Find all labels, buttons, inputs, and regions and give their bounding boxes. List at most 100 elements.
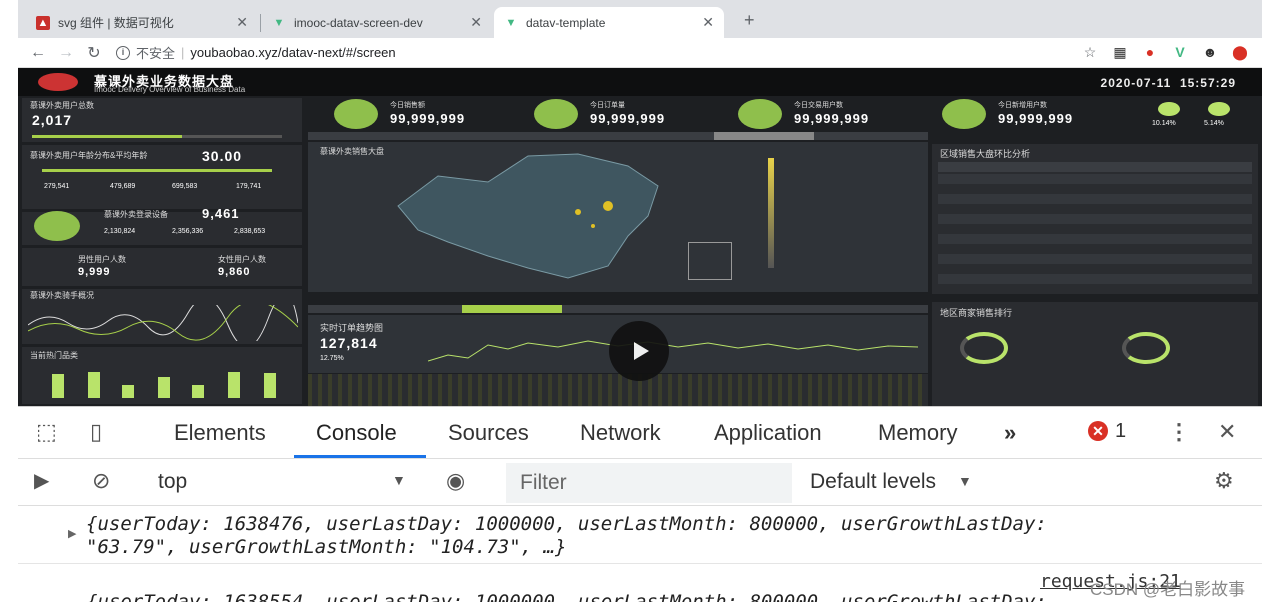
dashboard-subtitle: Imooc Delivery Overview of Business Data bbox=[94, 85, 246, 94]
browser-tab-svg[interactable]: ▲ svg 组件 | 数据可视化 ✕ bbox=[26, 7, 258, 38]
browser-toolbar: ← → ↻ i 不安全 | youbaobao.xyz/datav-next/#… bbox=[18, 38, 1262, 68]
devtools-tab-bar: ⬚ ▯ Elements Console Sources Network App… bbox=[18, 407, 1262, 459]
new-tab-button[interactable]: + bbox=[744, 10, 755, 31]
browser-tab-datav-template[interactable]: ▼ datav-template ✕ bbox=[494, 7, 724, 38]
dashboard-datetime: 2020-07-11 15:57:29 bbox=[1101, 76, 1236, 90]
panel-title: 区域销售大盘环比分析 bbox=[940, 149, 1031, 159]
vue-devtools-icon[interactable]: V bbox=[1172, 44, 1188, 60]
reload-icon[interactable]: ↻ bbox=[80, 43, 108, 63]
dashboard-header: 慕课外卖业务数据大盘 Imooc Delivery Overview of Bu… bbox=[18, 68, 1262, 96]
kpi-label: 今日交易用户数 bbox=[794, 102, 843, 109]
inspect-icon[interactable]: ⬚ bbox=[36, 419, 57, 445]
device-value: 2,130,824 bbox=[104, 228, 136, 235]
rider-line-chart bbox=[28, 305, 298, 341]
forward-icon[interactable]: → bbox=[52, 44, 80, 62]
devtools-panel: ⬚ ▯ Elements Console Sources Network App… bbox=[18, 406, 1262, 602]
kpi-orders: 今日订单量 99,999,999 bbox=[528, 97, 728, 130]
kpi-new-users: 今日新增用户数 99,999,999 bbox=[936, 97, 1136, 130]
date-text: 2020-07-11 bbox=[1100, 76, 1172, 90]
age-value: 179,741 bbox=[236, 183, 262, 190]
address-bar[interactable]: i 不安全 | youbaobao.xyz/datav-next/#/scree… bbox=[116, 43, 396, 62]
context-selector[interactable]: top bbox=[158, 470, 187, 494]
device-value: 2,838,653 bbox=[234, 228, 266, 235]
realtime-line-chart bbox=[428, 340, 918, 362]
rank-panel: 地区商家销售排行 bbox=[932, 302, 1258, 406]
info-icon[interactable]: i bbox=[116, 45, 130, 60]
age-value: 279,541 bbox=[44, 183, 70, 190]
rider-panel: 慕课外卖骑手概况 bbox=[22, 289, 302, 344]
vue-icon: ▼ bbox=[273, 16, 285, 29]
datav-dashboard: 慕课外卖业务数据大盘 Imooc Delivery Overview of Bu… bbox=[18, 68, 1262, 406]
tab-elements[interactable]: Elements bbox=[174, 420, 266, 446]
ring-chart bbox=[1122, 332, 1170, 364]
female-label: 女性用户人数 bbox=[218, 255, 266, 264]
panel-title: 实时订单趋势图 bbox=[320, 323, 384, 333]
video-play-button[interactable] bbox=[609, 321, 669, 381]
user-icon bbox=[942, 99, 986, 129]
filter-input[interactable]: Filter bbox=[506, 463, 792, 503]
back-icon[interactable]: ← bbox=[24, 44, 52, 62]
tab-sources[interactable]: Sources bbox=[448, 420, 529, 446]
kpi-value: 99,999,999 bbox=[998, 111, 1074, 126]
star-icon[interactable]: ☆ bbox=[1082, 44, 1098, 60]
orders-icon bbox=[534, 99, 578, 129]
menu-icon[interactable]: ⬤ bbox=[1232, 44, 1248, 60]
eye-icon[interactable]: ◉ bbox=[446, 468, 465, 494]
tab-title: datav-template bbox=[526, 15, 606, 30]
map-tab-strip[interactable] bbox=[308, 132, 928, 140]
crown-icon bbox=[738, 99, 782, 129]
more-tabs-button[interactable]: » bbox=[1004, 420, 1016, 446]
sidebar-toggle-icon[interactable]: ▶ bbox=[34, 468, 49, 493]
sales-icon bbox=[334, 99, 378, 129]
tab-network[interactable]: Network bbox=[580, 420, 661, 446]
chevron-down-icon[interactable]: ▼ bbox=[958, 473, 972, 489]
male-label: 男性用户人数 bbox=[78, 255, 126, 264]
kpi-value: 99,999,999 bbox=[390, 111, 466, 126]
security-label: 不安全 bbox=[136, 46, 176, 61]
device-value: 2,356,336 bbox=[172, 228, 204, 235]
tab-application[interactable]: Application bbox=[714, 420, 822, 446]
panel-title: 地区商家销售排行 bbox=[940, 308, 1013, 318]
clear-console-icon[interactable]: ⊘ bbox=[92, 468, 110, 494]
kebab-menu-icon[interactable]: ⋮ bbox=[1168, 419, 1190, 445]
south-sea-inset bbox=[688, 242, 732, 280]
vue-icon: ▼ bbox=[505, 16, 517, 29]
tab-console[interactable]: Console bbox=[316, 420, 397, 446]
panel-title: 慕课外卖销售大盘 bbox=[320, 147, 384, 156]
red-ball-icon[interactable]: ● bbox=[1142, 44, 1158, 60]
qr-code-icon[interactable]: ▦ bbox=[1112, 44, 1128, 60]
region-panel: 区域销售大盘环比分析 bbox=[932, 144, 1258, 294]
close-devtools-icon[interactable]: ✕ bbox=[1218, 419, 1236, 445]
log-levels-dropdown[interactable]: Default levels bbox=[810, 470, 936, 494]
device-panel: 慕课外卖登录设备 9,461 2,130,824 2,356,336 2,838… bbox=[22, 206, 302, 245]
chevron-down-icon[interactable]: ▼ bbox=[392, 472, 406, 488]
device-toolbar-icon[interactable]: ▯ bbox=[90, 419, 102, 445]
close-icon[interactable]: ✕ bbox=[702, 14, 714, 31]
console-toolbar: ▶ ⊘ top ▼ ◉ Filter Default levels ▼ ⚙ bbox=[18, 460, 1262, 506]
log-line[interactable]: {userToday: 1638476, userLastDay: 100000… bbox=[86, 513, 1276, 535]
browser-tab-imooc[interactable]: ▼ imooc-datav-screen-dev ✕ bbox=[262, 7, 492, 38]
close-icon[interactable]: ✕ bbox=[470, 14, 482, 31]
log-line[interactable]: "63.79", userGrowthLastMonth: "104.73", … bbox=[86, 536, 1276, 558]
gear-icon[interactable]: ⚙ bbox=[1214, 468, 1234, 494]
close-icon[interactable]: ✕ bbox=[236, 14, 248, 31]
age-value: 479,689 bbox=[110, 183, 136, 190]
kpi-label: 今日订单量 bbox=[590, 102, 625, 109]
error-count[interactable]: 1 bbox=[1115, 420, 1126, 443]
age-panel: 慕课外卖用户年龄分布&平均年龄 30.00 279,541 479,689 69… bbox=[22, 145, 302, 209]
gender-panel: 男性用户人数 9,999 女性用户人数 9,860 bbox=[22, 248, 302, 286]
order-tab-strip[interactable] bbox=[308, 305, 928, 313]
tab-memory[interactable]: Memory bbox=[878, 420, 957, 446]
active-tab-indicator bbox=[294, 455, 426, 458]
tab-separator bbox=[260, 14, 261, 32]
expand-triangle-icon[interactable]: ▶ bbox=[68, 527, 76, 540]
female-count: 9,860 bbox=[218, 266, 251, 278]
avatar[interactable]: ☻ bbox=[1202, 44, 1218, 60]
browser-tab-strip: ▲ svg 组件 | 数据可视化 ✕ ▼ imooc-datav-screen-… bbox=[18, 0, 1262, 38]
kpi-value: 99,999,999 bbox=[590, 111, 666, 126]
url-text[interactable]: youbaobao.xyz/datav-next/#/screen bbox=[190, 45, 395, 60]
kpi-label: 今日销售额 bbox=[390, 102, 425, 109]
user-total-panel: 慕课外卖用户总数 2,017 bbox=[22, 98, 302, 142]
ring-chart bbox=[960, 332, 1008, 364]
error-icon[interactable]: ✕ bbox=[1088, 421, 1108, 441]
